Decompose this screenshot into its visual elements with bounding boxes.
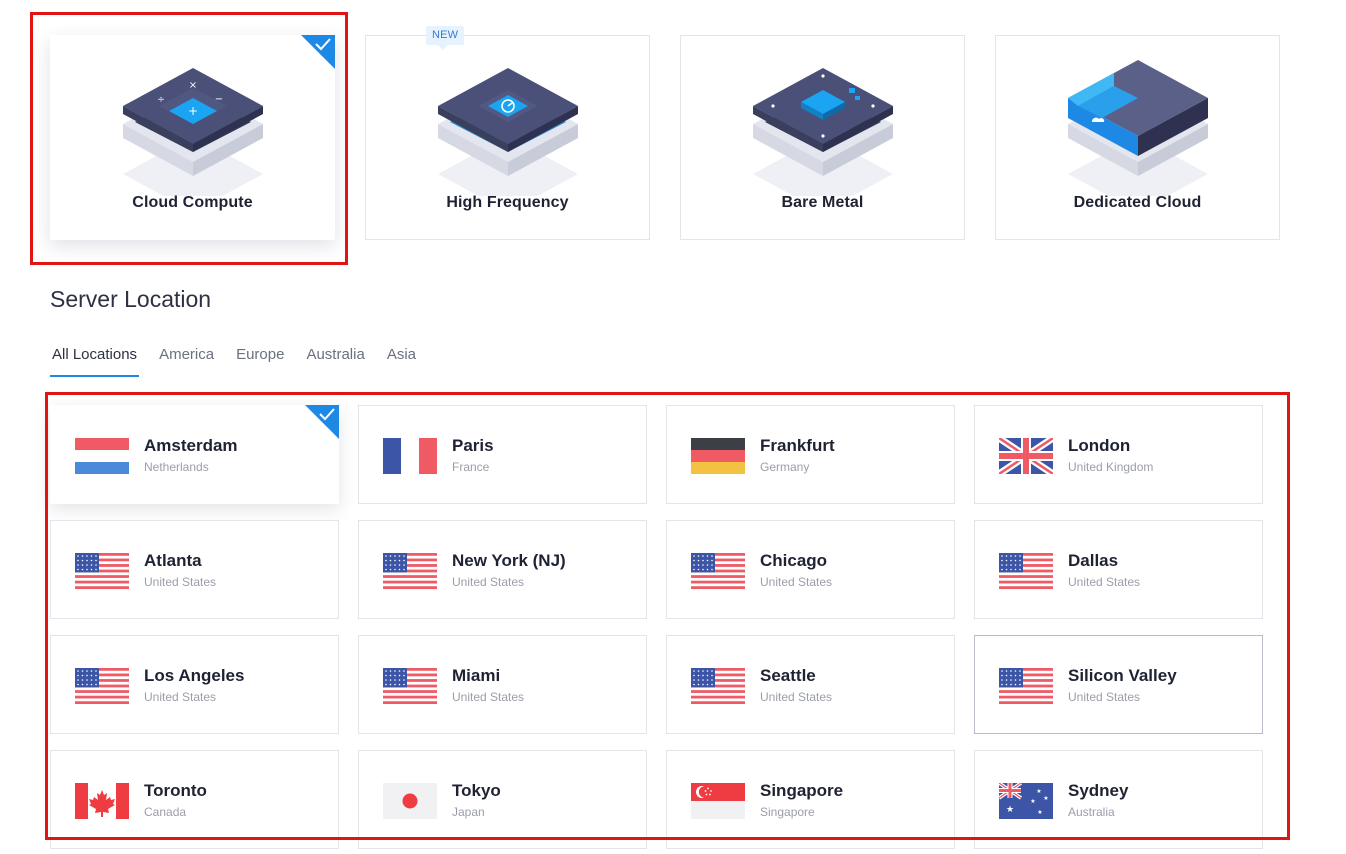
location-card-new-york[interactable]: New York (NJ) United States — [358, 520, 647, 619]
location-card-atlanta[interactable]: Atlanta United States — [50, 520, 339, 619]
location-city: New York (NJ) — [452, 551, 566, 570]
dedicated-cloud-server-icon — [1067, 60, 1208, 196]
bare-metal-server-icon — [752, 68, 893, 196]
location-card-amsterdam[interactable]: Amsterdam Netherlands — [50, 405, 339, 504]
location-card-tokyo[interactable]: Tokyo Japan — [358, 750, 647, 849]
tab-europe[interactable]: Europe — [234, 344, 286, 377]
location-card-singapore[interactable]: Singapore Singapore — [666, 750, 955, 849]
section-title-server-location: Server Location — [50, 286, 212, 312]
location-tabs: All Locations America Europe Australia A… — [50, 344, 436, 377]
location-city: Chicago — [760, 551, 828, 570]
location-city: Atlanta — [144, 551, 202, 570]
location-card-toronto[interactable]: Toronto Canada — [50, 750, 339, 849]
location-country: United States — [452, 575, 525, 589]
location-card-miami[interactable]: Miami United States — [358, 635, 647, 734]
svg-text:★: ★ — [1006, 805, 1014, 815]
us-flag-icon — [691, 553, 745, 589]
high-frequency-server-icon — [437, 68, 578, 196]
location-city: Miami — [452, 666, 501, 685]
location-city: Sydney — [1068, 781, 1129, 800]
germany-flag-icon — [691, 438, 745, 474]
location-country: Japan — [452, 805, 485, 819]
location-city: Amsterdam — [144, 436, 238, 455]
location-city: Dallas — [1068, 551, 1119, 570]
server-type-bare-metal[interactable]: Bare Metal — [680, 35, 965, 240]
location-card-london[interactable]: London United Kingdom — [974, 405, 1263, 504]
selected-check-icon — [305, 405, 339, 439]
location-country: Australia — [1068, 805, 1115, 819]
location-card-los-angeles[interactable]: Los Angeles United States — [50, 635, 339, 734]
location-country: United Kingdom — [1068, 460, 1154, 474]
uk-flag-icon — [999, 438, 1053, 474]
location-country: Canada — [144, 805, 187, 819]
location-card-chicago[interactable]: Chicago United States — [666, 520, 955, 619]
svg-text:★: ★ — [1043, 795, 1048, 802]
france-flag-icon — [383, 438, 437, 474]
singapore-flag-icon — [691, 783, 745, 819]
location-country: Singapore — [760, 805, 815, 819]
server-type-dedicated-cloud[interactable]: Dedicated Cloud — [995, 35, 1280, 240]
server-type-label: High Frequency — [446, 194, 569, 211]
tab-all-locations[interactable]: All Locations — [50, 344, 140, 377]
us-flag-icon — [383, 553, 437, 589]
location-city: London — [1068, 436, 1131, 455]
location-card-paris[interactable]: Paris France — [358, 405, 647, 504]
location-card-silicon-valley[interactable]: Silicon Valley United States — [974, 635, 1263, 734]
server-type-label: Dedicated Cloud — [1073, 194, 1202, 211]
tab-australia[interactable]: Australia — [304, 344, 366, 377]
location-city: Singapore — [760, 781, 844, 800]
svg-text:★: ★ — [1037, 809, 1042, 816]
us-flag-icon — [75, 668, 129, 704]
japan-flag-icon — [383, 783, 437, 819]
tab-asia[interactable]: Asia — [385, 344, 418, 377]
location-city: Frankfurt — [760, 436, 835, 455]
location-city: Paris — [452, 436, 494, 455]
us-flag-icon — [75, 553, 129, 589]
svg-text:−: − — [214, 94, 222, 105]
location-city: Seattle — [760, 666, 816, 685]
location-country: United States — [1068, 575, 1141, 589]
us-flag-icon — [691, 668, 745, 704]
location-country: United States — [144, 575, 217, 589]
server-type-label: Cloud Compute — [132, 194, 253, 211]
location-country: France — [452, 460, 490, 474]
netherlands-flag-icon — [75, 438, 129, 474]
location-card-sydney[interactable]: ★ ★ ★ ★ ★ Sydney Australia — [974, 750, 1263, 849]
location-city: Toronto — [144, 781, 207, 800]
selected-check-icon — [301, 35, 335, 69]
location-country: Germany — [760, 460, 810, 474]
svg-text:÷: ÷ — [157, 95, 165, 105]
location-country: United States — [760, 690, 833, 704]
svg-text:★: ★ — [1030, 798, 1035, 805]
location-country: Netherlands — [144, 460, 209, 474]
location-country: United States — [452, 690, 525, 704]
location-country: United States — [144, 690, 217, 704]
cloud-compute-server-icon: + × ÷ − — [122, 68, 263, 196]
server-type-cloud-compute[interactable]: + × ÷ − Cloud Compute — [50, 35, 335, 240]
location-card-frankfurt[interactable]: Frankfurt Germany — [666, 405, 955, 504]
svg-text:+: + — [187, 104, 197, 118]
us-flag-icon — [999, 668, 1053, 704]
australia-flag-icon: ★ ★ ★ ★ ★ — [999, 783, 1053, 819]
svg-text:★: ★ — [1036, 788, 1041, 795]
us-flag-icon — [999, 553, 1053, 589]
location-country: United States — [760, 575, 833, 589]
canada-flag-icon — [75, 783, 129, 819]
tab-america[interactable]: America — [157, 344, 216, 377]
location-card-dallas[interactable]: Dallas United States — [974, 520, 1263, 619]
location-card-seattle[interactable]: Seattle United States — [666, 635, 955, 734]
location-city: Tokyo — [452, 781, 501, 800]
server-type-high-frequency[interactable]: NEW High Frequency — [365, 26, 650, 240]
server-type-label: Bare Metal — [781, 194, 864, 211]
location-city: Silicon Valley — [1068, 666, 1177, 685]
svg-text:×: × — [188, 80, 196, 91]
location-country: United States — [1068, 690, 1141, 704]
us-flag-icon — [383, 668, 437, 704]
location-city: Los Angeles — [144, 666, 245, 685]
